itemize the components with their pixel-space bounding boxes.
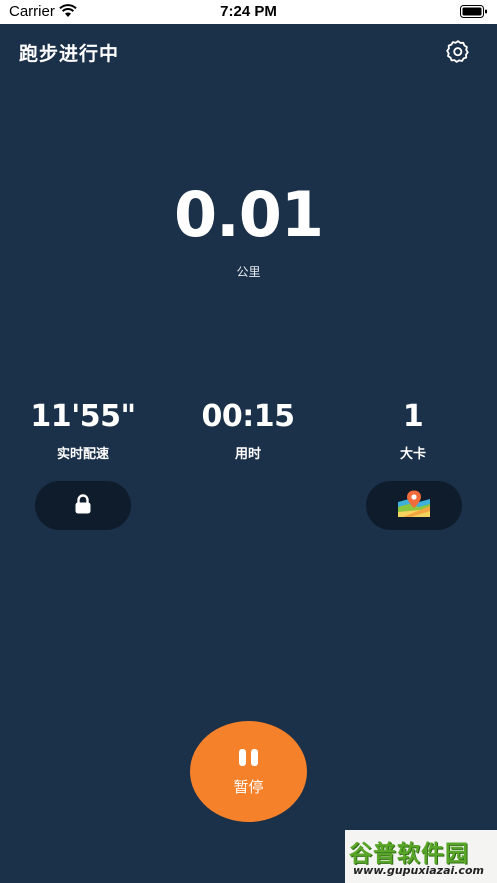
stat-value: 00:15 bbox=[201, 399, 296, 434]
distance-unit: 公里 bbox=[236, 265, 261, 279]
watermark-url: www.gupuxiazai.com bbox=[353, 864, 484, 877]
lock-icon bbox=[72, 493, 94, 519]
distance-value: 0.01 bbox=[174, 178, 324, 251]
stat-value: 1 bbox=[402, 399, 424, 434]
stat-pace: 11'55" 实时配速 bbox=[3, 398, 163, 462]
status-bar: Carrier 7:24 PM bbox=[0, 0, 497, 24]
stat-label: 实时配速 bbox=[56, 447, 109, 462]
stat-duration: 00:15 用时 bbox=[168, 398, 328, 462]
status-time: 7:24 PM bbox=[220, 3, 277, 20]
gear-icon[interactable] bbox=[445, 39, 471, 65]
map-icon bbox=[397, 490, 431, 522]
pause-icon bbox=[239, 748, 258, 766]
pause-label: 暂停 bbox=[233, 777, 264, 796]
stat-value: 11'55" bbox=[30, 399, 136, 434]
stat-label: 用时 bbox=[234, 447, 261, 462]
lock-button[interactable] bbox=[35, 481, 131, 530]
watermark-title: 谷普软件园 bbox=[349, 841, 469, 867]
stat-label: 大卡 bbox=[399, 447, 426, 462]
map-button[interactable] bbox=[366, 481, 462, 530]
pause-button[interactable]: 暂停 bbox=[190, 721, 307, 822]
watermark-logo: 谷普软件园 www.gupuxiazai.com bbox=[345, 830, 497, 883]
battery-icon bbox=[460, 5, 488, 24]
stat-calories: 1 大卡 bbox=[333, 398, 493, 462]
page-title: 跑步进行中 bbox=[19, 43, 120, 65]
